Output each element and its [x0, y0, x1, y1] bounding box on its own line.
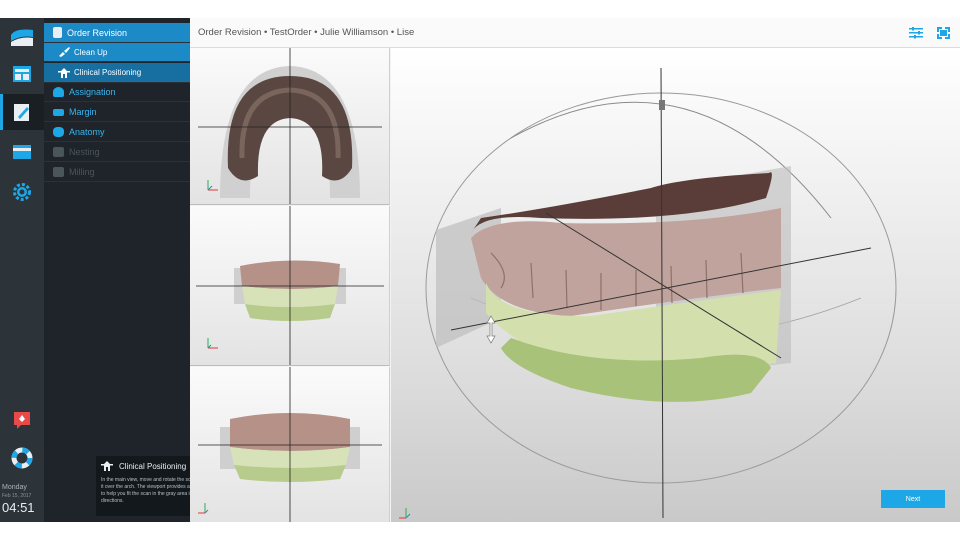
nav-clinical-positioning[interactable]: Clinical Positioning — [44, 63, 190, 83]
report-issue-icon[interactable] — [0, 402, 44, 438]
fullscreen-icon[interactable] — [937, 27, 950, 39]
clock: Monday Feb 15, 2017 04:51 PM — [2, 484, 44, 522]
nav-clean-up[interactable]: Clean Up — [44, 43, 190, 62]
nav-clinical-positioning-label: Clinical Positioning — [74, 68, 142, 77]
nav-milling-label: Milling — [69, 167, 95, 177]
viewport-top[interactable] — [190, 48, 390, 205]
next-button[interactable]: Next — [881, 490, 945, 508]
assignation-icon — [53, 87, 64, 97]
axis-icon — [207, 180, 218, 191]
tooth-icon — [53, 127, 64, 137]
nav-milling: Milling — [44, 163, 190, 182]
positioning-icon — [101, 461, 113, 471]
help-lifebuoy-icon[interactable] — [0, 440, 44, 476]
list-settings-icon[interactable] — [909, 27, 923, 39]
nav-order-revision[interactable]: Order Revision — [44, 23, 190, 43]
nav-assignation[interactable]: Assignation — [44, 83, 190, 102]
help-title: Clinical Positioning — [119, 461, 187, 471]
viewport-side[interactable] — [190, 367, 390, 522]
nav-margin-label: Margin — [69, 107, 97, 117]
settings-icon[interactable] — [0, 174, 44, 210]
axis-icon — [198, 503, 209, 514]
axis-icon — [399, 508, 411, 519]
icon-sidebar: Monday Feb 15, 2017 04:51 PM — [0, 18, 44, 522]
nav-nesting-label: Nesting — [69, 147, 100, 157]
main-area: Order Revision • TestOrder • Julie Willi… — [190, 18, 960, 522]
nav-nesting: Nesting — [44, 143, 190, 162]
nav-order-revision-label: Order Revision — [67, 27, 128, 38]
nav-clean-up-label: Clean Up — [74, 47, 108, 57]
workflow-sidebar: Order Revision Clean Up Clinical Positio… — [44, 18, 234, 522]
margin-icon — [53, 108, 64, 116]
breadcrumb: Order Revision • TestOrder • Julie Willi… — [198, 27, 415, 38]
document-icon — [53, 27, 62, 38]
app-window: Monday Feb 15, 2017 04:51 PM Order Revis… — [0, 18, 960, 522]
nav-assignation-label: Assignation — [69, 87, 116, 97]
nav-margin[interactable]: Margin — [44, 103, 190, 122]
main-3d-viewport[interactable] — [391, 48, 960, 522]
top-bar: Order Revision • TestOrder • Julie Willi… — [190, 18, 960, 48]
app-logo-icon[interactable] — [0, 20, 44, 56]
nav-anatomy-label: Anatomy — [69, 127, 105, 137]
clock-day: Monday — [2, 484, 27, 491]
brush-icon — [59, 47, 70, 57]
card-icon[interactable] — [0, 134, 44, 170]
dashboard-icon[interactable] — [0, 56, 44, 92]
positioning-icon — [58, 67, 70, 78]
clock-date: Feb 15, 2017 — [2, 493, 32, 499]
milling-icon — [53, 167, 64, 177]
nesting-icon — [53, 147, 64, 157]
nav-anatomy[interactable]: Anatomy — [44, 123, 190, 142]
edit-order-icon[interactable] — [0, 94, 44, 130]
axis-icon — [207, 338, 218, 349]
clock-time: 04:51 — [2, 500, 35, 515]
viewport-front[interactable] — [190, 206, 390, 366]
